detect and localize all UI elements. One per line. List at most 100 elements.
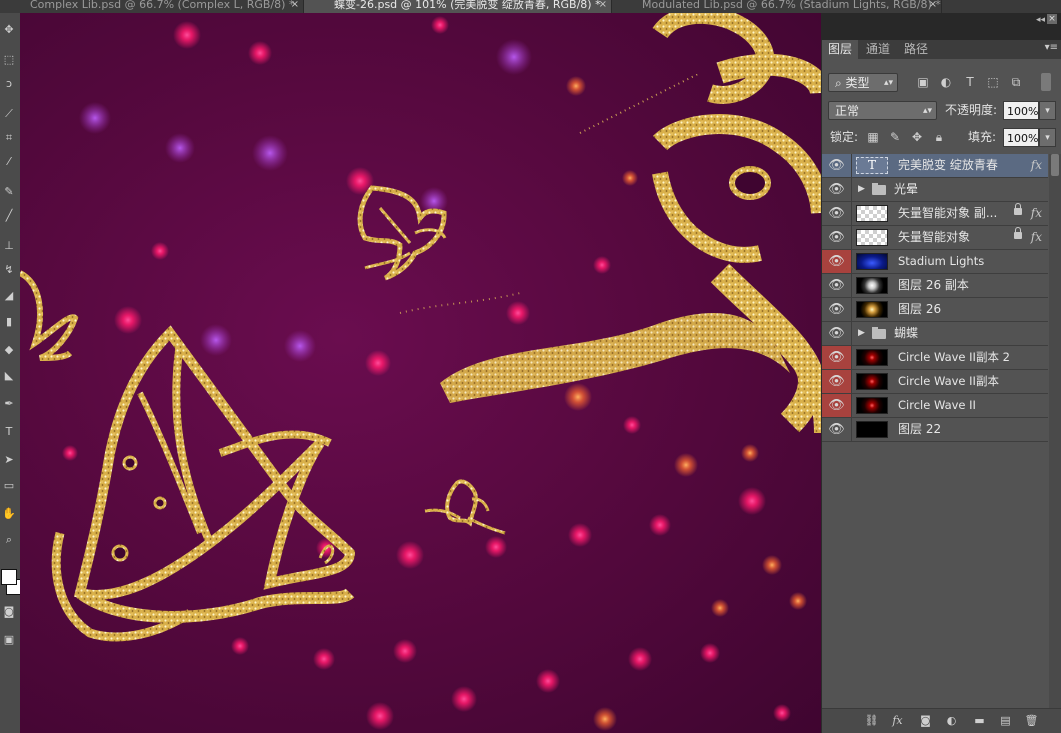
filter-type-icon[interactable]: T: [963, 75, 977, 89]
lock-position-icon[interactable]: ✥: [910, 130, 924, 144]
visibility-eye-icon[interactable]: 👁︎: [822, 394, 852, 417]
visibility-eye-icon[interactable]: 👁︎: [822, 226, 852, 249]
visibility-eye-icon[interactable]: 👁︎: [822, 298, 852, 321]
fill-field[interactable]: 100%: [1003, 128, 1039, 147]
visibility-eye-icon[interactable]: 👁︎: [822, 250, 852, 273]
zoom-icon[interactable]: ⌕: [2, 533, 16, 547]
layers-scrollbar[interactable]: [1049, 154, 1061, 714]
quick-select-icon[interactable]: ⟋: [2, 107, 16, 121]
marquee-icon[interactable]: ⬚: [2, 53, 16, 67]
opacity-slider-button[interactable]: ▾: [1039, 101, 1056, 120]
visibility-eye-icon[interactable]: 👁︎: [822, 154, 852, 177]
lock-transparent-icon[interactable]: ▦: [866, 130, 880, 144]
layers-panel-footer: ⛓ fx ◙ ◐ ▬ ▤ 🗑︎: [822, 708, 1061, 733]
filter-adjustment-icon[interactable]: ◐: [939, 75, 953, 89]
path-select-icon[interactable]: ➤: [2, 453, 16, 467]
layer-name: Stadium Lights: [898, 254, 985, 268]
layer-name: 图层 22: [898, 422, 942, 436]
healing-icon[interactable]: ✎: [2, 185, 16, 199]
layer-thumbnail: [856, 373, 888, 390]
add-mask-icon[interactable]: ◙: [918, 713, 933, 728]
fill-slider-button[interactable]: ▾: [1039, 128, 1056, 147]
lock-pixels-icon[interactable]: ✎: [888, 130, 902, 144]
filter-pixel-icon[interactable]: ▣: [916, 75, 930, 89]
visibility-eye-icon[interactable]: 👁︎: [822, 202, 852, 225]
new-group-icon[interactable]: ▬: [972, 713, 987, 728]
crop-icon[interactable]: ⌗: [2, 131, 16, 145]
layer-row[interactable]: 👁︎ 矢量智能对象 副... fx: [822, 202, 1048, 226]
layer-row[interactable]: 👁︎ ▶ 光晕: [822, 178, 1048, 202]
close-tab-icon[interactable]: ×: [929, 0, 937, 10]
document-canvas[interactable]: [20, 13, 821, 733]
layer-effects-icon[interactable]: fx: [1031, 154, 1042, 177]
panel-menu-icon[interactable]: ▾≡: [1045, 42, 1058, 53]
link-layers-icon[interactable]: ⛓: [864, 713, 879, 728]
layer-row[interactable]: 👁︎ 图层 22: [822, 418, 1048, 442]
visibility-eye-icon[interactable]: 👁︎: [822, 178, 852, 201]
add-style-icon[interactable]: fx: [890, 713, 905, 728]
layer-row[interactable]: 👁︎ 图层 26 副本: [822, 274, 1048, 298]
foreground-color-swatch[interactable]: [1, 569, 17, 585]
collapse-panel-icon[interactable]: ◂◂: [1036, 15, 1045, 25]
layer-row[interactable]: 👁︎ Circle Wave II副本: [822, 370, 1048, 394]
filter-toggle[interactable]: [1041, 73, 1051, 91]
expand-group-icon[interactable]: ▶: [858, 322, 865, 345]
visibility-eye-icon[interactable]: 👁︎: [822, 418, 852, 441]
delete-layer-icon[interactable]: 🗑︎: [1024, 713, 1039, 728]
layer-name: 图层 26: [898, 302, 942, 316]
filter-shape-icon[interactable]: ⬚: [986, 75, 1000, 89]
doc-tab-complex-lib[interactable]: Complex Lib.psd @ 66.7% (Complex L, RGB/…: [0, 0, 304, 13]
layer-row[interactable]: 👁︎ Circle Wave II副本 2: [822, 346, 1048, 370]
layer-effects-icon[interactable]: fx: [1031, 202, 1042, 225]
visibility-eye-icon[interactable]: 👁︎: [822, 346, 852, 369]
blend-mode-dropdown[interactable]: 正常 ▴▾: [828, 101, 937, 120]
tab-channels[interactable]: 通道: [860, 40, 896, 59]
layer-row[interactable]: 👁︎ 图层 26: [822, 298, 1048, 322]
type-icon[interactable]: T: [2, 425, 16, 439]
eyedropper-icon[interactable]: ⁄: [2, 155, 16, 169]
hand-icon[interactable]: ✋: [2, 507, 16, 521]
opacity-field[interactable]: 100%: [1003, 101, 1039, 120]
doc-tab-label: 蝶变-26.psd @ 101% (完美脱变 绽放青春, RGB/8) *: [334, 0, 601, 11]
edge-butterfly: [20, 270, 79, 361]
tab-paths[interactable]: 路径: [898, 40, 934, 59]
move-icon[interactable]: ✥: [2, 23, 16, 37]
close-tab-icon[interactable]: ×: [599, 0, 607, 10]
doc-tab-butterfly[interactable]: 蝶变-26.psd @ 101% (完美脱变 绽放青春, RGB/8) * ×: [304, 0, 612, 13]
close-tab-icon[interactable]: ×: [291, 0, 299, 10]
pen-icon[interactable]: ✒: [2, 397, 16, 411]
brush-icon[interactable]: ╱: [2, 209, 16, 223]
layer-name: 光晕: [894, 182, 919, 196]
scrollbar-thumb[interactable]: [1051, 154, 1059, 176]
layer-effects-icon[interactable]: fx: [1031, 226, 1042, 249]
blur-icon[interactable]: ◆: [2, 343, 16, 357]
new-layer-icon[interactable]: ▤: [998, 713, 1013, 728]
lock-label: 锁定:: [830, 130, 859, 144]
expand-group-icon[interactable]: ▶: [858, 178, 865, 201]
filter-smart-object-icon[interactable]: ⧉: [1009, 75, 1023, 89]
layer-filter-dropdown[interactable]: ⌕ 类型 ▴▾: [828, 73, 898, 92]
lasso-icon[interactable]: ↄ: [2, 77, 16, 91]
layer-row[interactable]: 👁︎ 矢量智能对象 fx: [822, 226, 1048, 250]
visibility-eye-icon[interactable]: 👁︎: [822, 322, 852, 345]
new-adjustment-icon[interactable]: ◐: [944, 713, 959, 728]
layer-row[interactable]: 👁︎ Circle Wave II: [822, 394, 1048, 418]
stamp-icon[interactable]: ⊥: [2, 239, 16, 253]
screen-mode-icon[interactable]: ▣: [2, 633, 16, 647]
doc-tab-modulated-lib[interactable]: Modulated Lib.psd @ 66.7% (Stadium Light…: [612, 0, 942, 13]
close-panel-icon[interactable]: ×: [1047, 14, 1057, 24]
dodge-icon[interactable]: ◣: [2, 369, 16, 383]
shape-icon[interactable]: ▭: [2, 479, 16, 493]
history-brush-icon[interactable]: ↯: [2, 263, 16, 277]
tab-layers[interactable]: 图层: [822, 40, 859, 59]
visibility-eye-icon[interactable]: 👁︎: [822, 274, 852, 297]
lock-all-icon[interactable]: 🔒︎: [932, 130, 946, 144]
layer-row[interactable]: 👁︎ T 完美脱变 绽放青春 fx: [822, 154, 1048, 178]
layer-thumbnail: [856, 301, 888, 318]
visibility-eye-icon[interactable]: 👁︎: [822, 370, 852, 393]
layer-row[interactable]: 👁︎ ▶ 蝴蝶: [822, 322, 1048, 346]
quick-mask-icon[interactable]: ◙: [2, 605, 16, 619]
layer-row[interactable]: 👁︎ Stadium Lights: [822, 250, 1048, 274]
gradient-icon[interactable]: ▮: [2, 315, 16, 329]
eraser-icon[interactable]: ◢: [2, 289, 16, 303]
